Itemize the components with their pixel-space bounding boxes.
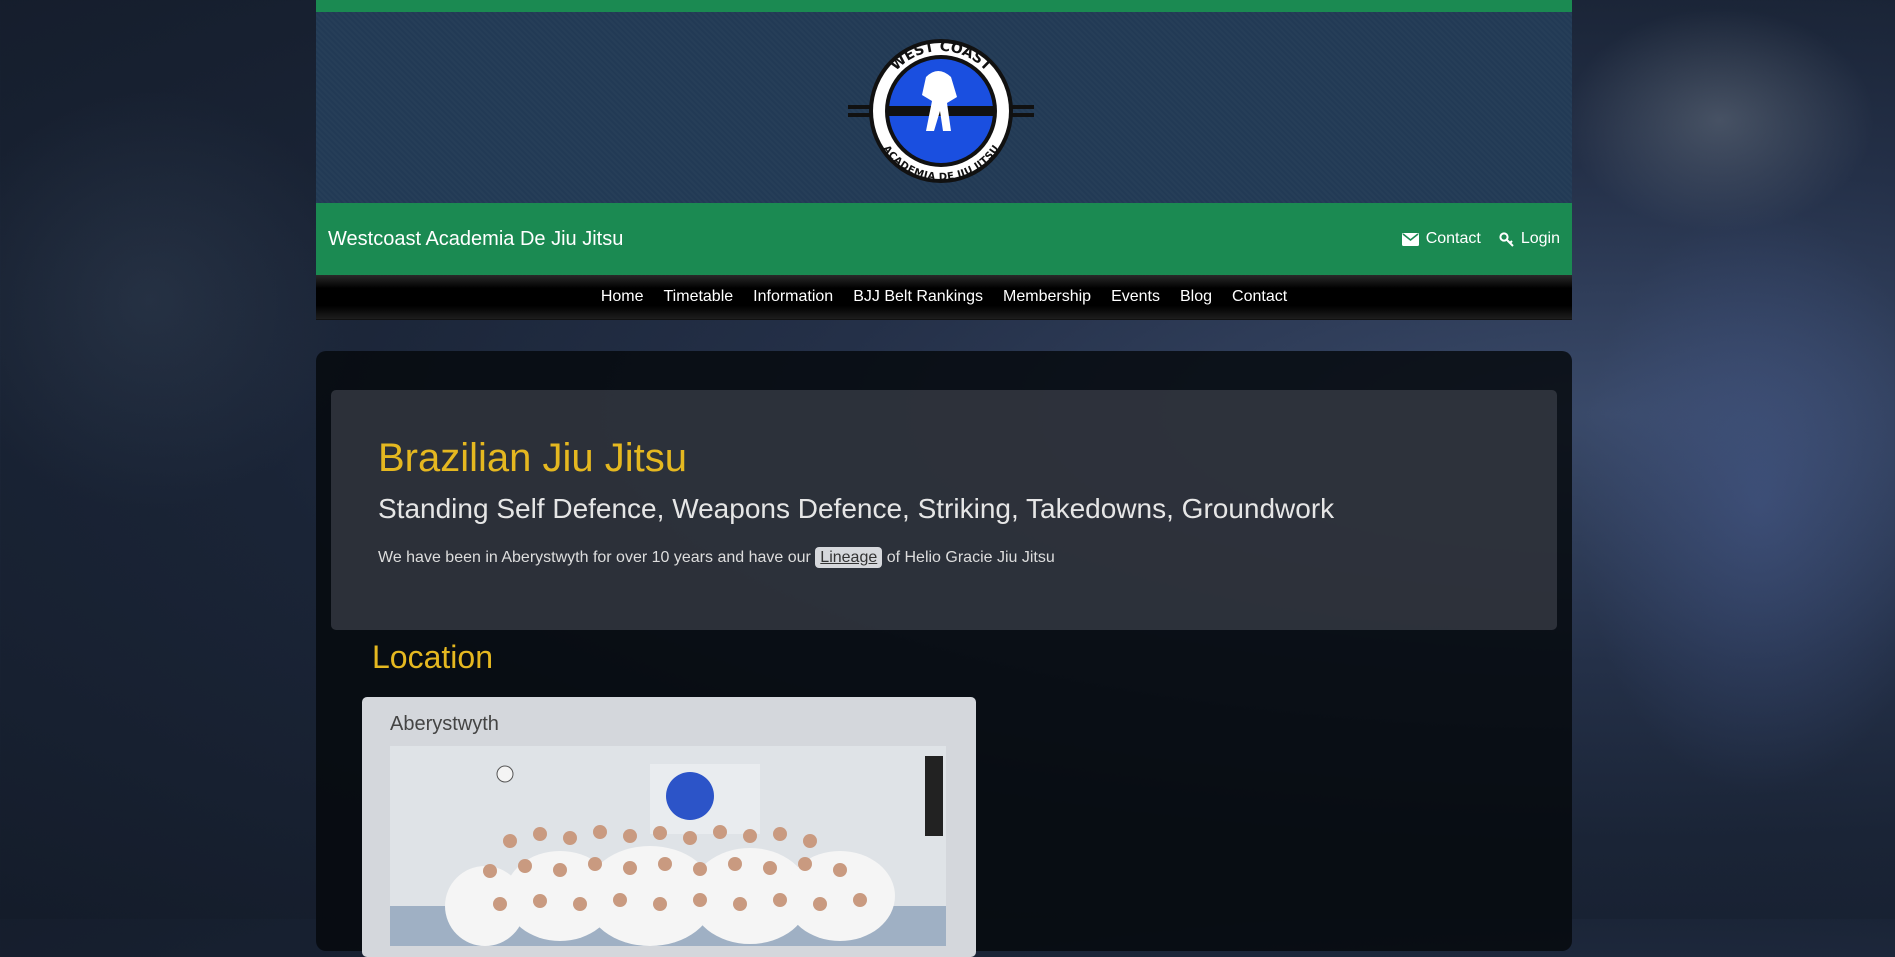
menu-home[interactable]: Home [601,288,644,306]
location-card[interactable]: Aberystwyth [362,697,976,957]
hero-text: We have been in Aberystwyth for over 10 … [378,547,1510,568]
menu-events[interactable]: Events [1111,288,1160,306]
header-login-link[interactable]: Login [1499,230,1560,248]
header-login-label: Login [1520,230,1560,247]
key-icon [1499,231,1514,247]
hero-text-before: We have been in Aberystwyth for over 10 … [378,549,811,566]
top-strip [316,0,1572,12]
hero-panel: Brazilian Jiu Jitsu Standing Self Defenc… [331,390,1557,630]
location-heading: Location [372,639,493,675]
menu-contact[interactable]: Contact [1232,288,1287,306]
header-nav: Contact Login [1401,230,1560,248]
envelope-icon [1401,232,1419,246]
hero-title: Brazilian Jiu Jitsu [378,436,688,480]
banner: WEST COAST ACADEMIA DE JIU JITSU [316,12,1572,203]
menu-information[interactable]: Information [753,288,833,306]
lineage-link[interactable]: Lineage [815,547,883,568]
club-logo[interactable]: WEST COAST ACADEMIA DE JIU JITSU [846,32,1036,192]
club-group-photo [390,746,946,946]
brand-bar: Westcoast Academia De Jiu Jitsu Contact … [316,203,1572,275]
main-content: Brazilian Jiu Jitsu Standing Self Defenc… [316,351,1572,957]
menu-membership[interactable]: Membership [1003,288,1091,306]
header-contact-label: Contact [1425,230,1481,247]
menu-blog[interactable]: Blog [1180,288,1212,306]
location-card-title: Aberystwyth [390,713,499,735]
hero-text-after: of Helio Gracie Jiu Jitsu [886,549,1055,566]
menu-bjj-belt-rankings[interactable]: BJJ Belt Rankings [853,288,983,306]
header-contact-link[interactable]: Contact [1401,230,1481,248]
site-name[interactable]: Westcoast Academia De Jiu Jitsu [328,228,623,251]
hero-subtitle: Standing Self Defence, Weapons Defence, … [378,493,1335,524]
main-menu: Home Timetable Information BJJ Belt Rank… [316,275,1572,320]
menu-timetable[interactable]: Timetable [664,288,734,306]
site-header: WEST COAST ACADEMIA DE JIU JITSU Westcoa… [316,0,1572,320]
